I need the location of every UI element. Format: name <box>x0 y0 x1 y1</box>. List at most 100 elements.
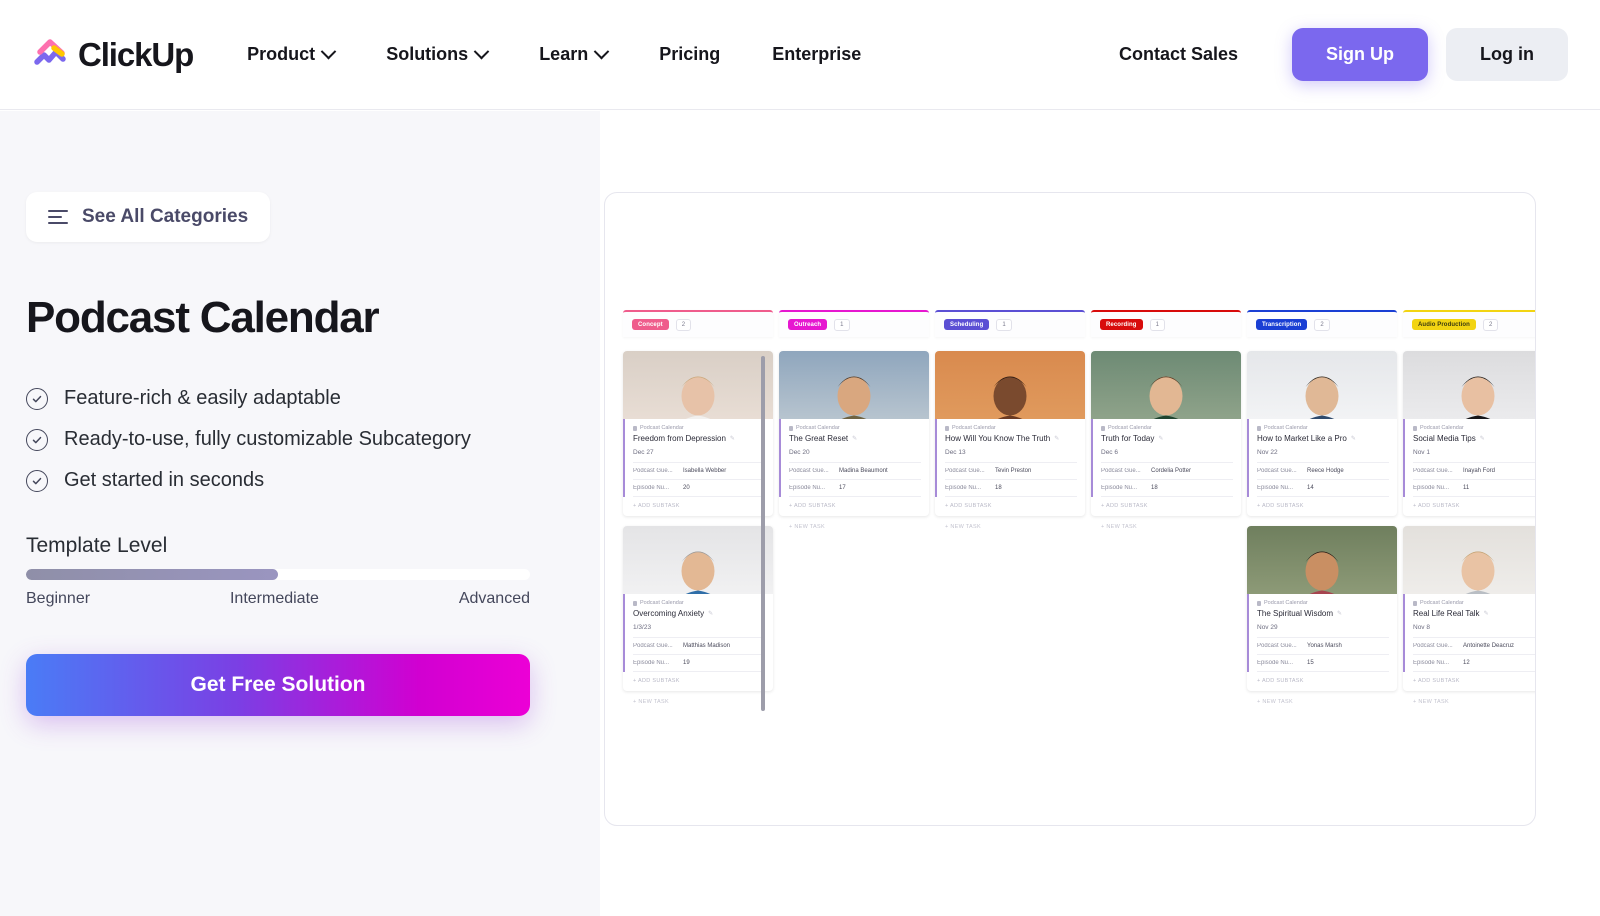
field-value: 17 <box>839 485 846 491</box>
add-subtask-button[interactable]: + ADD SUBTASK <box>1247 672 1397 691</box>
add-subtask-button[interactable]: + ADD SUBTASK <box>1403 672 1535 691</box>
kanban-column-header[interactable]: Scheduling 1 <box>935 310 1085 337</box>
kanban-column-header[interactable]: Audio Production 2 <box>1403 310 1535 337</box>
nav-item-learn[interactable]: Learn <box>513 34 633 75</box>
edit-pencil-icon[interactable]: ✎ <box>1337 610 1342 617</box>
kanban-column-status-pill: Recording <box>1100 319 1143 330</box>
add-subtask-button[interactable]: + ADD SUBTASK <box>623 672 773 691</box>
edit-pencil-icon[interactable]: ✎ <box>1054 435 1059 442</box>
card-field-episode: Episode Nu... 18 <box>1101 480 1233 497</box>
add-subtask-button[interactable]: + ADD SUBTASK <box>1403 497 1535 516</box>
add-subtask-button[interactable]: + ADD SUBTASK <box>1091 497 1241 516</box>
add-subtask-button[interactable]: + ADD SUBTASK <box>779 497 929 516</box>
kanban-card[interactable]: Podcast Calendar How to Market Like a Pro… <box>1247 351 1397 516</box>
nav-item-pricing[interactable]: Pricing <box>633 34 746 75</box>
edit-pencil-icon[interactable]: ✎ <box>708 610 713 617</box>
kanban-card[interactable]: Podcast Calendar The Spiritual Wisdom ✎ Nov… <box>1247 526 1397 691</box>
kanban-column: Audio Production 2 Podcast Calendar Social … <box>1403 310 1535 705</box>
sign-up-button[interactable]: Sign Up <box>1292 28 1429 81</box>
chevron-down-icon <box>320 43 337 60</box>
kanban-column-count: 1 <box>1149 318 1165 331</box>
edit-pencil-icon[interactable]: ✎ <box>1158 435 1163 442</box>
field-value: Isabella Webber <box>683 468 727 474</box>
contact-sales-link[interactable]: Contact Sales <box>1119 44 1238 65</box>
template-level-slider[interactable] <box>26 569 530 580</box>
template-level-slider-fill <box>26 569 278 580</box>
kanban-card[interactable]: Podcast Calendar Freedom from Depression ✎… <box>623 351 773 516</box>
header-actions: Contact Sales Sign Up Log in <box>1119 28 1568 81</box>
card-cover-image <box>623 351 773 419</box>
card-field-guest: Podcast Gue... Madina Beaumont <box>789 463 921 480</box>
add-subtask-button[interactable]: + ADD SUBTASK <box>935 497 1085 516</box>
page-title: Podcast Calendar <box>26 293 380 342</box>
kanban-card-list: Podcast Calendar The Great Reset ✎ Dec 20 Po… <box>779 337 929 516</box>
edit-pencil-icon[interactable]: ✎ <box>852 435 857 442</box>
field-label: Episode Nu... <box>1257 485 1294 491</box>
card-due-date: Nov 1 <box>1413 449 1535 463</box>
card-title: Social Media Tips ✎ <box>1413 434 1485 443</box>
kanban-card[interactable]: Podcast Calendar Social Media Tips ✎ Nov 1P… <box>1403 351 1535 516</box>
field-label: Episode Nu... <box>1413 485 1450 491</box>
kanban-column-header[interactable]: Outreach 1 <box>779 310 929 337</box>
edit-pencil-icon[interactable]: ✎ <box>1351 435 1356 442</box>
kanban-column-header[interactable]: Recording 1 <box>1091 310 1241 337</box>
add-subtask-button[interactable]: + ADD SUBTASK <box>623 497 773 516</box>
card-body: Podcast Calendar Real Life Real Talk ✎ Nov … <box>1403 594 1535 672</box>
card-cover-image <box>1247 351 1397 419</box>
card-title: How Will You Know The Truth ✎ <box>945 434 1060 443</box>
card-due-date: Nov 22 <box>1257 449 1389 463</box>
see-all-categories-button[interactable]: See All Categories <box>26 192 271 242</box>
card-title: Truth for Today ✎ <box>1101 434 1164 443</box>
new-task-button[interactable]: + NEW TASK <box>1403 691 1535 705</box>
nav-item-solutions[interactable]: Solutions <box>360 34 513 75</box>
card-breadcrumb: Podcast Calendar <box>1413 425 1535 431</box>
nav-item-enterprise[interactable]: Enterprise <box>746 34 887 75</box>
card-breadcrumb: Podcast Calendar <box>1257 600 1389 606</box>
kanban-card[interactable]: Podcast Calendar The Great Reset ✎ Dec 20 Po… <box>779 351 929 516</box>
field-value: Inayah Ford <box>1463 468 1496 474</box>
clickup-logo-text: ClickUp <box>78 35 194 73</box>
card-title: Real Life Real Talk ✎ <box>1413 609 1489 618</box>
edit-pencil-icon[interactable]: ✎ <box>1480 435 1485 442</box>
field-label: Episode Nu... <box>633 485 670 491</box>
nav-item-product[interactable]: Product <box>221 34 360 75</box>
clickup-logo[interactable]: ClickUp <box>32 35 194 74</box>
feature-item: Get started in seconds <box>26 469 574 492</box>
card-field-episode: Episode Nu... 18 <box>945 480 1077 497</box>
card-title: The Great Reset ✎ <box>789 434 858 443</box>
kanban-column-header[interactable]: Concept 2 <box>623 310 773 337</box>
add-subtask-button[interactable]: + ADD SUBTASK <box>1247 497 1397 516</box>
card-body: Podcast Calendar Truth for Today ✎ Dec 6 Pod… <box>1091 419 1241 497</box>
card-breadcrumb-label: Podcast Calendar <box>1420 600 1464 606</box>
new-task-button[interactable]: + NEW TASK <box>779 516 929 530</box>
edit-pencil-icon[interactable]: ✎ <box>1484 610 1489 617</box>
kanban-column-count: 2 <box>1482 318 1499 331</box>
log-in-button[interactable]: Log in <box>1446 28 1568 81</box>
kanban-column-header[interactable]: Transcription 2 <box>1247 310 1397 337</box>
kanban-card[interactable]: Podcast Calendar Overcoming Anxiety ✎ 1/3/2… <box>623 526 773 691</box>
kanban-column-count: 2 <box>675 318 692 331</box>
new-task-button[interactable]: + NEW TASK <box>623 691 773 705</box>
new-task-button[interactable]: + NEW TASK <box>1247 691 1397 705</box>
kanban-card[interactable]: Podcast Calendar Real Life Real Talk ✎ Nov … <box>1403 526 1535 691</box>
get-free-solution-button[interactable]: Get Free Solution <box>26 654 530 716</box>
card-due-date: Dec 20 <box>789 449 921 463</box>
kanban-column: Scheduling 1 Podcast Calendar How Will You … <box>935 310 1085 705</box>
edit-pencil-icon[interactable]: ✎ <box>730 435 735 442</box>
list-icon <box>1101 425 1105 431</box>
kanban-card[interactable]: Podcast Calendar How Will You Know The Tr… <box>935 351 1085 516</box>
kanban-column-status-pill: Scheduling <box>944 319 990 330</box>
feature-item: Feature-rich & easily adaptable <box>26 387 574 410</box>
new-task-button[interactable]: + NEW TASK <box>935 516 1085 530</box>
card-cover-image <box>1403 526 1535 594</box>
nav-label: Pricing <box>659 44 721 64</box>
card-field-episode: Episode Nu... 15 <box>1257 655 1389 672</box>
field-label: Podcast Gue... <box>1257 468 1297 474</box>
kanban-card[interactable]: Podcast Calendar Truth for Today ✎ Dec 6 Pod… <box>1091 351 1241 516</box>
kanban-card-list: Podcast Calendar How to Market Like a Pro… <box>1247 337 1397 691</box>
template-level-marks: Beginner Intermediate Advanced <box>26 590 530 608</box>
board-scrollbar-thumb[interactable] <box>761 356 765 711</box>
new-task-button[interactable]: + NEW TASK <box>1091 516 1241 530</box>
card-breadcrumb-label: Podcast Calendar <box>640 425 684 431</box>
kanban-column-count: 1 <box>996 318 1012 331</box>
